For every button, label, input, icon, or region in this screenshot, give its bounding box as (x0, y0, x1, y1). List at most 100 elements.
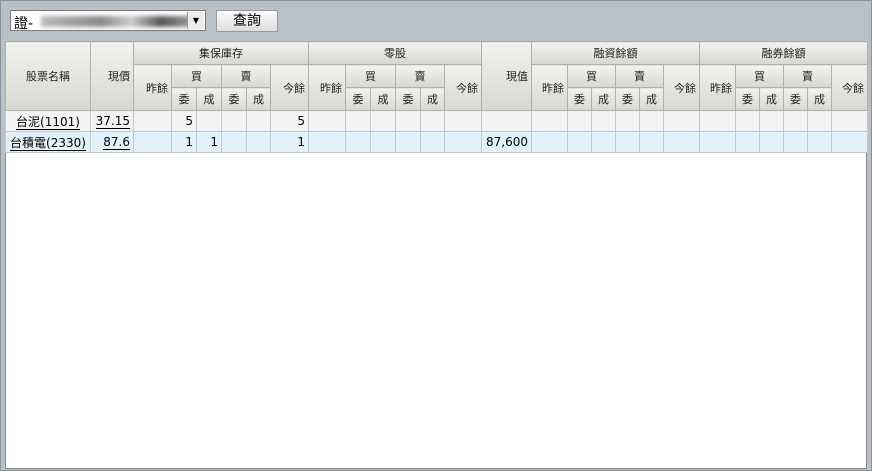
data-cell (591, 110, 617, 132)
data-cell (783, 110, 809, 132)
data-cell (639, 131, 665, 153)
account-select[interactable]: 證- ▼ (10, 10, 206, 32)
data-cell (308, 110, 346, 132)
header-today: 今餘 (270, 64, 309, 111)
price-cell[interactable]: 87.6 (90, 131, 134, 153)
header-deal: 成 (639, 87, 665, 111)
header-sell: 賣 (221, 64, 271, 88)
data-cell (531, 110, 569, 132)
data-cell: 1 (171, 131, 197, 153)
data-cell (345, 110, 371, 132)
data-cell (591, 131, 617, 153)
data-cell (567, 131, 593, 153)
price-link[interactable]: 87.6 (103, 135, 130, 150)
header-buy: 買 (171, 64, 222, 88)
data-cell (133, 110, 172, 132)
account-prefix: 證- (14, 16, 34, 32)
chevron-down-icon[interactable]: ▼ (187, 12, 204, 29)
header-order: 委 (735, 87, 761, 111)
data-cell (246, 110, 271, 132)
stock-link[interactable]: 台泥(1101) (16, 114, 80, 130)
header-order: 委 (171, 87, 197, 111)
data-cell (663, 110, 701, 132)
header-prev: 昨餘 (531, 64, 569, 111)
data-cell (221, 131, 247, 153)
data-cell (615, 110, 641, 132)
header-buy: 買 (567, 64, 617, 88)
data-cell: 5 (270, 110, 309, 132)
header-deal: 成 (196, 87, 222, 111)
header-deal: 成 (759, 87, 785, 111)
price-link[interactable]: 37.15 (95, 114, 130, 129)
data-cell (308, 131, 346, 153)
data-cell (420, 110, 445, 132)
data-cell (370, 131, 396, 153)
data-cell (831, 110, 869, 132)
data-cell (699, 110, 737, 132)
data-cell (395, 110, 421, 132)
data-cell (531, 131, 569, 153)
header-group: 融券餘額 (699, 41, 869, 65)
header-deal: 成 (420, 87, 445, 111)
data-cell: 1 (196, 131, 222, 153)
data-cell (246, 131, 271, 153)
data-cell: 5 (171, 110, 197, 132)
table-row[interactable]: 台泥(1101) 37.15 5 5 (5, 110, 869, 132)
header-prev: 昨餘 (699, 64, 737, 111)
data-cell (567, 110, 593, 132)
data-cell (196, 110, 222, 132)
stock-name-cell[interactable]: 台泥(1101) (5, 110, 91, 132)
header-order: 委 (783, 87, 809, 111)
data-cell: 87,600 (481, 131, 533, 153)
header-price: 現價 (90, 41, 134, 111)
data-cell (443, 131, 483, 153)
data-cell (370, 110, 396, 132)
data-cell (807, 131, 833, 153)
header-today: 今餘 (831, 64, 869, 111)
data-cell: 1 (270, 131, 309, 153)
header-order: 委 (395, 87, 421, 111)
header-deal: 成 (370, 87, 396, 111)
header-order: 委 (221, 87, 247, 111)
header-order: 委 (615, 87, 641, 111)
header-buy: 買 (345, 64, 396, 88)
stock-link[interactable]: 台積電(2330) (10, 135, 86, 151)
header-deal: 成 (591, 87, 617, 111)
data-cell (420, 131, 445, 153)
data-cell (481, 110, 533, 132)
data-cell (663, 131, 701, 153)
data-cell (221, 110, 247, 132)
data-cell (735, 131, 761, 153)
masked-account (41, 16, 191, 27)
header-order: 委 (567, 87, 593, 111)
header-stock-name: 股票名稱 (5, 41, 91, 111)
data-cell (759, 110, 785, 132)
data-cell (443, 110, 483, 132)
data-cell (639, 110, 665, 132)
header-group: 融資餘額 (531, 41, 701, 65)
data-cell (699, 131, 737, 153)
header-deal: 成 (246, 87, 271, 111)
data-cell (395, 131, 421, 153)
query-button[interactable]: 查詢 (216, 10, 278, 32)
stock-name-cell[interactable]: 台積電(2330) (5, 131, 91, 153)
data-cell (133, 131, 172, 153)
data-cell (345, 131, 371, 153)
header-today: 今餘 (663, 64, 701, 111)
header-sell: 賣 (783, 64, 833, 88)
data-cell (831, 131, 869, 153)
header-order: 委 (345, 87, 371, 111)
header-sell: 賣 (615, 64, 665, 88)
data-cell (759, 131, 785, 153)
table-row[interactable]: 台積電(2330) 87.6 1 1 1 87,600 (5, 131, 869, 153)
header-group: 集保庫存 (133, 41, 309, 65)
data-cell (615, 131, 641, 153)
header-group: 零股 (307, 41, 483, 65)
holdings-grid: 股票名稱 現價 集保庫存 零股 現值 融資餘額 融券餘額 昨餘買賣今餘 昨餘買賣今餘 昨餘買賣今餘… (5, 41, 869, 469)
header-deal: 成 (807, 87, 833, 111)
header-buy: 買 (735, 64, 785, 88)
header-prev: 昨餘 (308, 64, 346, 111)
header-prev: 昨餘 (133, 64, 172, 111)
header-sell: 賣 (395, 64, 445, 88)
price-cell[interactable]: 37.15 (90, 110, 134, 132)
